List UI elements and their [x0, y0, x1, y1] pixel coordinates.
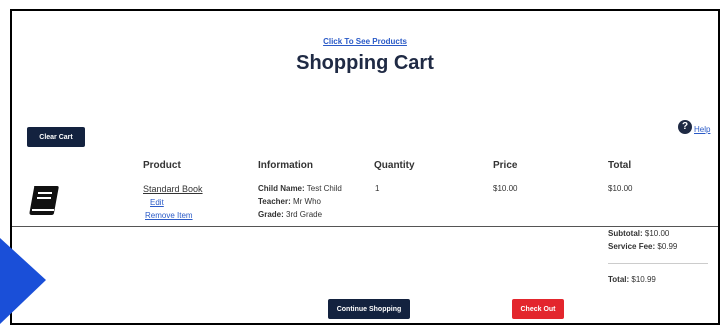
help-label[interactable]: Help [694, 125, 710, 134]
book-icon [29, 186, 59, 215]
edit-link[interactable]: Edit [150, 198, 164, 207]
summary-divider [608, 263, 708, 264]
shopping-cart-panel: Click To See Products Shopping Cart Clea… [10, 9, 720, 325]
remove-item-link[interactable]: Remove Item [145, 211, 193, 220]
pointer-arrow-icon [0, 238, 46, 324]
see-products-link[interactable]: Click To See Products [12, 37, 718, 46]
column-header-price: Price [493, 160, 518, 171]
check-out-button[interactable]: Check Out [512, 299, 564, 319]
quantity-value: 1 [375, 184, 380, 193]
row-divider [12, 226, 718, 227]
page-title: Shopping Cart [296, 52, 434, 74]
info-teacher: Teacher: Mr Who [258, 197, 321, 206]
continue-shopping-button[interactable]: Continue Shopping [328, 299, 410, 319]
help-link[interactable]: ? Help [678, 120, 710, 134]
service-fee: Service Fee: $0.99 [608, 242, 678, 251]
price-value: $10.00 [493, 184, 518, 193]
total-value: $10.00 [608, 184, 633, 193]
clear-cart-button[interactable]: Clear Cart [27, 127, 85, 147]
question-circle-icon[interactable]: ? [678, 120, 692, 134]
column-header-product: Product [143, 160, 181, 171]
info-child-name: Child Name: Test Child [258, 184, 342, 193]
subtotal: Subtotal: $10.00 [608, 229, 670, 238]
grand-total: Total: $10.99 [608, 275, 656, 284]
info-grade: Grade: 3rd Grade [258, 210, 323, 219]
column-header-quantity: Quantity [374, 160, 415, 171]
column-header-total: Total [608, 160, 632, 171]
product-name[interactable]: Standard Book [143, 184, 203, 194]
column-header-information: Information [258, 160, 313, 171]
